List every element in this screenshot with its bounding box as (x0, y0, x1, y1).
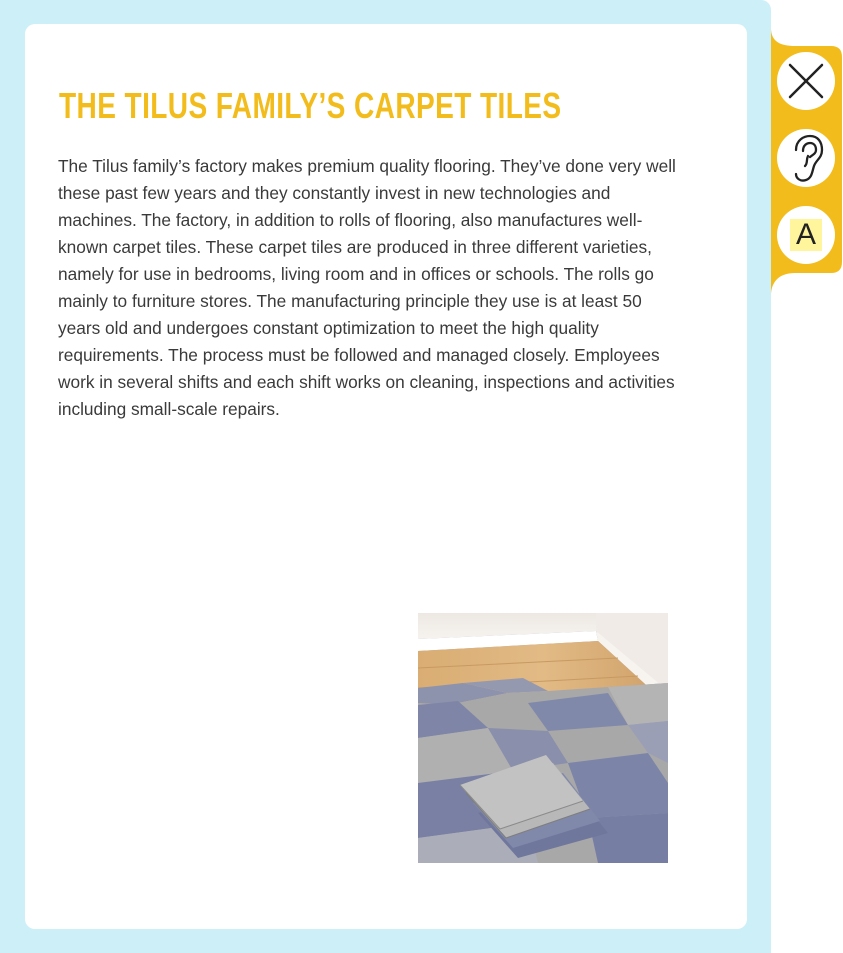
font-size-icon: A (790, 219, 822, 251)
article-card: THE TILUS FAMILY’S CARPET TILES The Tilu… (25, 24, 747, 929)
close-icon (788, 63, 824, 99)
reader-frame: THE TILUS FAMILY’S CARPET TILES The Tilu… (0, 0, 771, 953)
page-title: THE TILUS FAMILY’S CARPET TILES (59, 85, 562, 126)
carpet-tiles-photo (418, 613, 668, 863)
article-body: The Tilus family’s factory makes premium… (58, 156, 676, 419)
listen-button[interactable] (777, 129, 835, 187)
ear-icon (794, 134, 824, 182)
font-size-button[interactable]: A (777, 206, 835, 264)
close-button[interactable] (777, 52, 835, 110)
carpet-tiles-image (418, 613, 668, 863)
tool-panel: A (771, 28, 843, 296)
